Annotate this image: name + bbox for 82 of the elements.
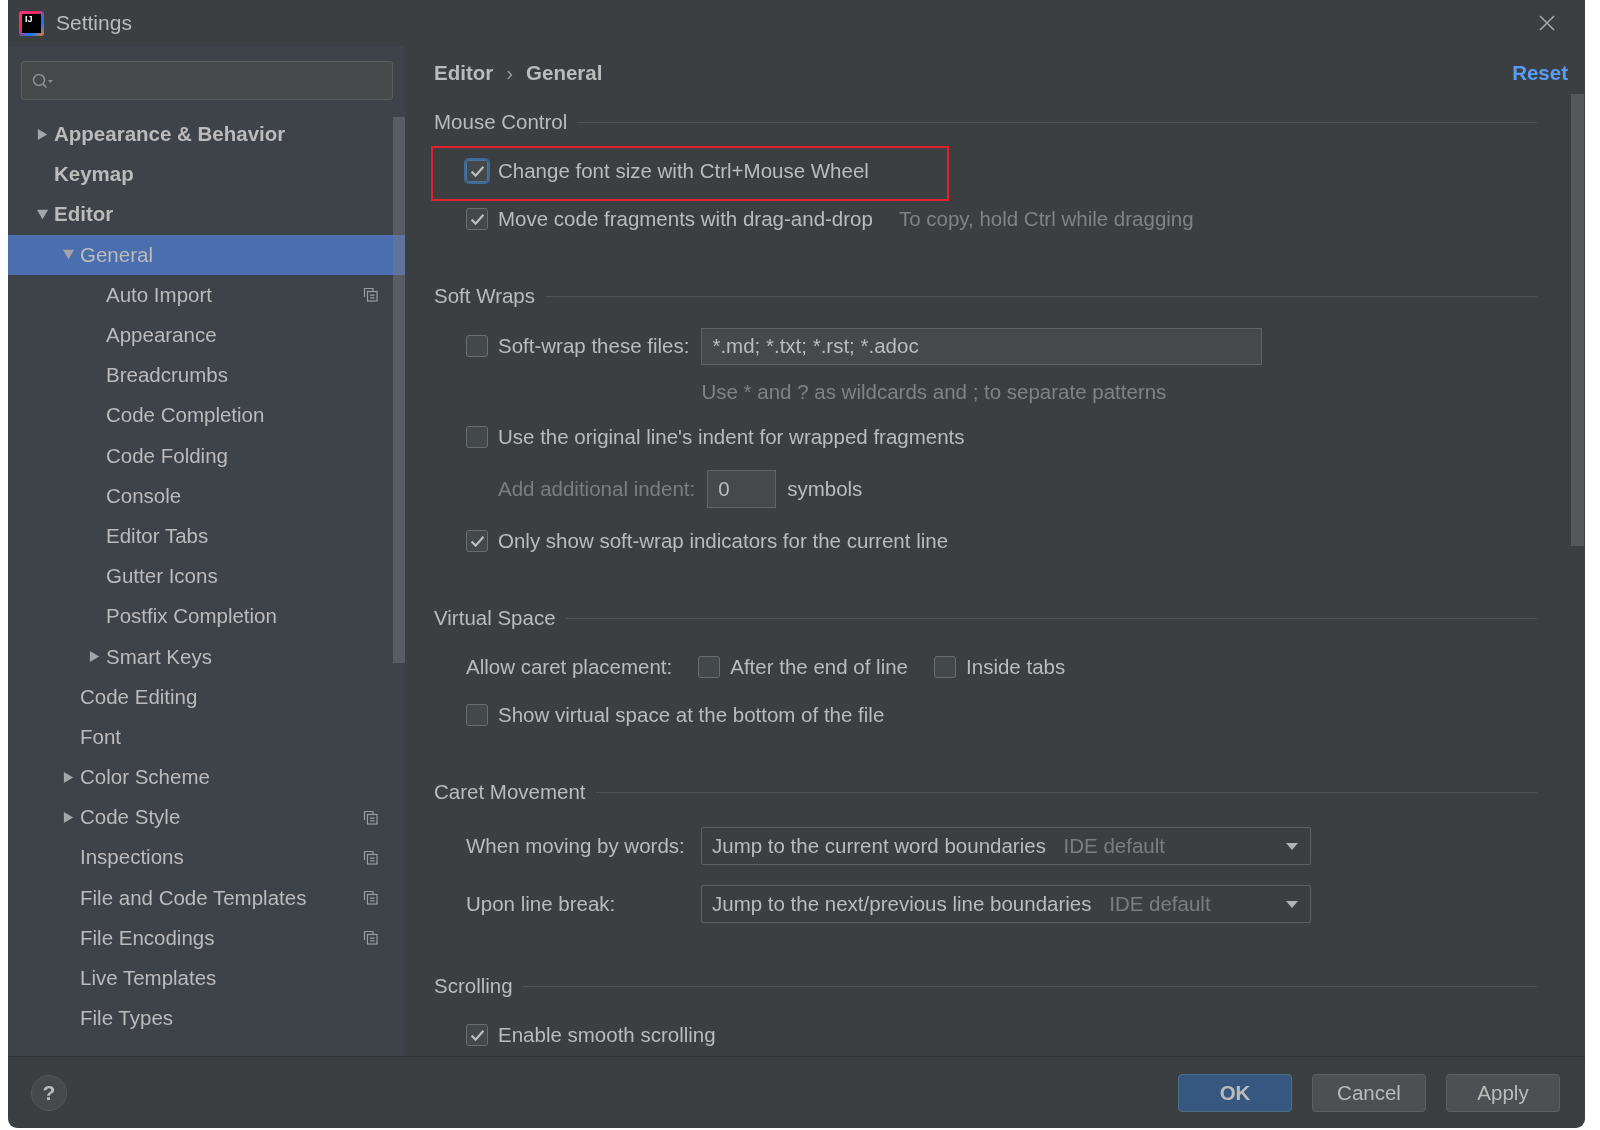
dropdown-note: IDE default [1109,892,1211,916]
checkmark-icon [470,1029,484,1041]
dropdown[interactable]: Jump to the next/previous line boundaries IDE default [701,885,1311,923]
tree-item[interactable]: Appearance & Behavior [8,114,405,155]
checkbox[interactable] [466,1024,488,1046]
field-label: Allow caret placement: [466,655,673,679]
tree-item[interactable]: Code Editing [8,676,405,717]
tree-item[interactable]: Editor [8,194,405,235]
text-field[interactable]: *.md; *.txt; *.rst; *.adoc [701,327,1263,365]
scrollbar[interactable] [1571,94,1584,546]
breadcrumb-item[interactable]: Editor [434,61,494,85]
section-title: Soft Wraps [434,284,536,308]
section-title: Mouse Control [434,110,568,134]
checkbox[interactable] [466,704,488,726]
section-title: Caret Movement [434,780,586,804]
checkmark-icon [470,535,484,547]
field-label: When moving by words: [466,834,686,858]
hint-text: Use * and ? as wildcards and ; to separate patterns [701,380,1168,404]
tree-item[interactable]: Console [8,475,405,516]
scrollbar[interactable] [393,117,405,663]
expand-arrow-icon[interactable] [62,770,75,784]
dialog-button[interactable]: Apply [1446,1073,1560,1112]
checkbox[interactable] [466,208,488,230]
tree-item[interactable]: Code Style [8,797,405,838]
dropdown-caret-icon [1286,842,1298,850]
tree-item[interactable]: Font [8,716,405,757]
checkbox-label[interactable]: Move code fragments with drag-and-drop [498,207,873,231]
checkbox[interactable] [466,335,488,357]
search-field[interactable] [21,61,393,100]
dropdown[interactable]: Jump to the current word boundaries IDE default [701,827,1311,865]
tree-item[interactable]: General [8,234,405,275]
expand-arrow-icon[interactable] [36,207,49,221]
checkbox[interactable] [698,656,721,678]
checkmark-icon [470,165,484,177]
search-icon [32,72,54,89]
section-title: Virtual Space [434,606,556,630]
checkbox-label[interactable]: Soft-wrap these files: [498,334,690,358]
tree-item[interactable]: Appearance [8,314,405,356]
tree-item[interactable]: Auto Import [8,274,405,315]
checkbox-label[interactable]: Show virtual space at the bottom of the file [498,703,885,727]
tree-item[interactable]: Live Templates [8,957,405,999]
breadcrumb-item[interactable]: General [526,61,603,85]
tree-item[interactable]: Gutter Icons [8,556,405,597]
checkbox-label[interactable]: Enable smooth scrolling [498,1023,716,1047]
hint-text: To copy, hold Ctrl while dragging [898,207,1194,231]
tree-item[interactable]: Code Completion [8,395,405,436]
tree-item[interactable]: Smart Keys [8,636,405,677]
tree-item[interactable]: Inspections [8,837,405,878]
tree-item[interactable]: File and Code Templates [8,877,405,918]
unit-label: symbols [787,477,863,501]
checkbox[interactable] [466,426,488,448]
dialog-button[interactable]: Cancel [1312,1073,1426,1112]
breadcrumb-separator: › [506,61,514,85]
tree-item[interactable]: Postfix Completion [8,596,405,637]
dialog-button[interactable]: OK [1178,1073,1292,1112]
window-title: Settings [56,11,132,35]
tree-item[interactable]: Keymap [8,154,405,195]
field-label: Upon line break: [466,892,617,916]
tree-item[interactable]: Editor Tabs [8,515,405,557]
dropdown-caret-icon [1286,900,1298,908]
help-button[interactable]: ? [31,1074,67,1111]
checkbox[interactable] [934,656,957,678]
close-icon[interactable] [1539,15,1555,31]
checkbox-label[interactable]: Inside tabs [966,655,1066,679]
tree-item[interactable]: Color Scheme [8,757,405,798]
tree-item[interactable]: File Encodings [8,917,405,958]
tree-item[interactable]: Breadcrumbs [8,355,405,396]
expand-arrow-icon[interactable] [88,650,101,664]
expand-arrow-icon[interactable] [62,810,75,824]
field-label: Add additional indent: [498,477,696,501]
checkmark-icon [470,213,484,225]
tree-item[interactable]: Code Folding [8,435,405,476]
reset-link[interactable]: Reset [1512,61,1568,85]
tree-item[interactable]: File Types [8,998,405,1039]
dropdown-note: IDE default [1063,834,1165,858]
checkbox-label[interactable]: After the end of line [730,655,909,679]
expand-arrow-icon[interactable] [36,127,49,141]
section-title: Scrolling [434,974,513,998]
checkbox-label[interactable]: Only show soft-wrap indicators for the current line [498,529,949,553]
checkbox-label[interactable]: Change font size with Ctrl+Mouse Wheel [498,159,869,183]
checkbox[interactable] [466,530,488,552]
checkbox-label[interactable]: Use the original line's indent for wrapped fragments [498,425,965,449]
